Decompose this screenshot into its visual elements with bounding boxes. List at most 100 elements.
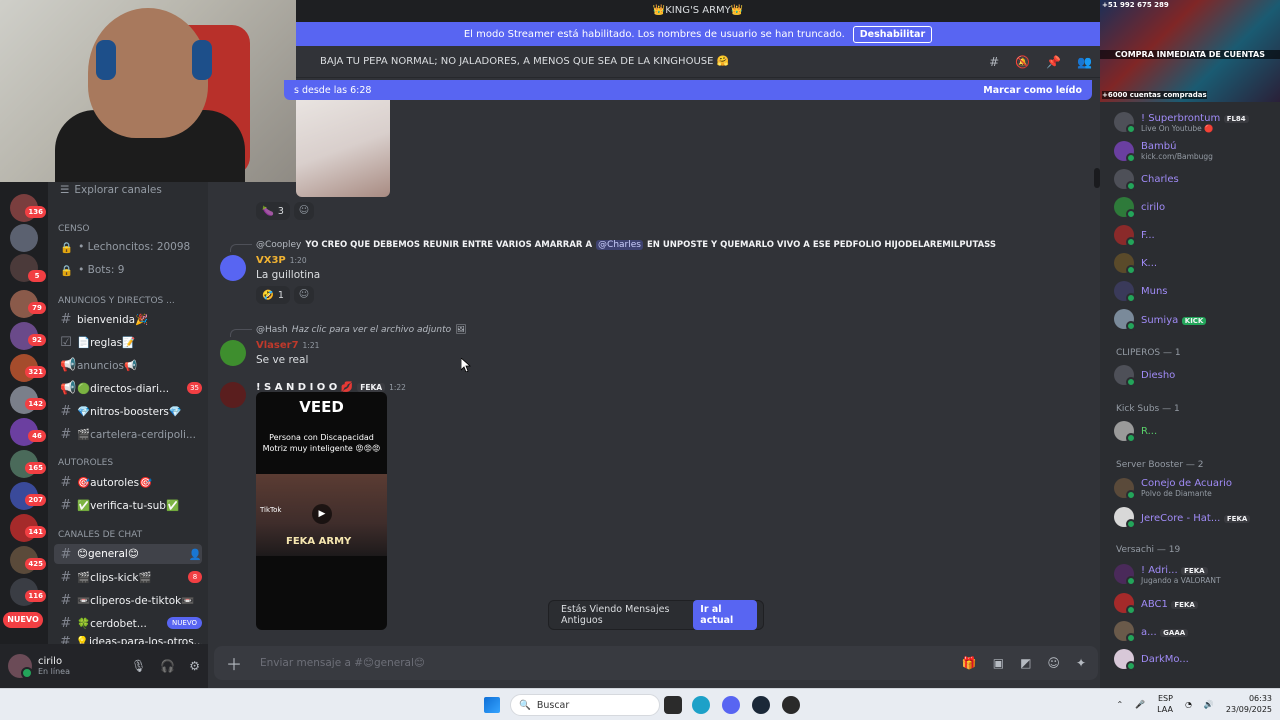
windows-start-icon[interactable]	[484, 697, 500, 713]
language-indicator[interactable]: ESP LAA	[1157, 693, 1173, 715]
play-icon[interactable]: ▶	[312, 504, 332, 524]
steam-icon[interactable]	[752, 696, 770, 714]
pin-icon[interactable]: 📌	[1046, 55, 1061, 69]
sticker-icon[interactable]: ◩	[1020, 656, 1031, 670]
discord-app: 136 5 79 92 321 142 46 165 207 141 425 1…	[0, 0, 1280, 688]
member-item[interactable]: DarkMo...	[1114, 647, 1274, 671]
avatar[interactable]	[8, 654, 33, 679]
server-badge: 207	[25, 494, 46, 506]
channel-bienvenida[interactable]: # bienvenida🎉	[54, 309, 202, 329]
add-reaction-icon[interactable]: ☺	[294, 286, 314, 304]
member-item[interactable]: ! Adri... FEKA Jugando a VALORANT	[1114, 562, 1274, 586]
members-icon[interactable]: 👥	[1077, 55, 1092, 69]
member-item[interactable]: Charles	[1114, 167, 1274, 191]
avatar[interactable]	[220, 382, 246, 408]
category-announcements[interactable]: ANUNCIOS Y DIRECTOS ...	[58, 296, 175, 306]
category-census[interactable]: CENSO	[58, 224, 90, 234]
member-item[interactable]: R...	[1114, 419, 1274, 443]
category-chat[interactable]: CANALES DE CHAT	[58, 530, 142, 540]
message-composer[interactable]: ＋ Enviar mensaje a #😊general😊 🎁 ▣ ◩ ☺ ✦	[214, 646, 1098, 680]
add-reaction-icon[interactable]: ☺	[294, 202, 314, 220]
edge-icon[interactable]	[692, 696, 710, 714]
chevron-up-icon[interactable]: ⌃	[1116, 700, 1123, 709]
gif-icon[interactable]: ▣	[993, 656, 1004, 670]
avatar	[1114, 225, 1136, 247]
stat-bots: 🔒 • Bots: 9	[60, 264, 125, 277]
channel-autoroles[interactable]: # 🎯autoroles🎯	[54, 472, 202, 492]
channel-anuncios[interactable]: 📢 anuncios📢	[54, 355, 202, 375]
reaction[interactable]: 🍆 3	[256, 202, 290, 220]
jump-to-present-button[interactable]: Ir al actual	[693, 600, 757, 630]
add-member-icon[interactable]: 👤	[189, 548, 202, 561]
apps-icon[interactable]: ✦	[1076, 656, 1086, 670]
message-author[interactable]: VX3P 1:20	[256, 255, 307, 266]
reply-preview[interactable]: @Coopley YO CREO QUE DEBEMOS REUNIR ENTR…	[230, 238, 996, 252]
microphone-icon[interactable]: 🎙	[131, 659, 146, 673]
member-item[interactable]: cirilo	[1114, 195, 1274, 219]
plus-icon[interactable]: ＋	[226, 651, 242, 675]
avatar	[1114, 281, 1136, 303]
avatar[interactable]	[220, 255, 246, 281]
member-item[interactable]: Bambú kick.com/Bambugg	[1114, 139, 1274, 163]
headphones-icon[interactable]: 🎧	[160, 659, 175, 673]
server-icon[interactable]	[10, 224, 38, 252]
category-autoroles[interactable]: AUTOROLES	[58, 458, 113, 468]
avatar[interactable]	[220, 340, 246, 366]
explore-channels[interactable]: ☰ Explorar canales	[54, 180, 202, 200]
avatar	[1114, 649, 1136, 671]
member-item[interactable]: Diesho	[1114, 363, 1274, 387]
window-title: 👑KING'S ARMY👑	[296, 0, 1100, 22]
gear-icon[interactable]: ⚙	[189, 659, 200, 673]
file-explorer-icon[interactable]	[664, 696, 682, 714]
message-input[interactable]: Enviar mensaje a #😊general😊	[260, 657, 425, 669]
wifi-icon[interactable]: ◔	[1185, 700, 1192, 709]
role-header: Versachi — 19	[1116, 545, 1181, 555]
channel-general[interactable]: # 😊general😊 👤	[54, 544, 202, 564]
member-item[interactable]: Sumiya KICK	[1114, 307, 1274, 331]
reaction[interactable]: 🤣 1	[256, 286, 290, 304]
channel-directos[interactable]: 📢 🟢directos-diari... 35	[54, 378, 202, 398]
member-item[interactable]: ! Superbrontum FL84 Live On Youtube 🔴	[1114, 110, 1274, 134]
hash-icon: #	[60, 426, 72, 442]
video-attachment[interactable]: VEED Persona con Discapacidad Motriz muy…	[256, 392, 387, 630]
taskbar-search[interactable]: 🔍 Buscar	[510, 694, 660, 716]
microphone-icon[interactable]: 🎤	[1135, 700, 1145, 709]
avatar	[1114, 141, 1136, 163]
member-item[interactable]: F...	[1114, 223, 1274, 247]
message-author[interactable]: Vlaser7 1:21	[256, 340, 319, 351]
new-server-badge[interactable]: NUEVO	[3, 612, 43, 628]
channel-reglas[interactable]: ☑ 📄reglas📝	[54, 332, 202, 352]
gift-icon[interactable]: 🎁	[962, 656, 977, 670]
channel-cartelera[interactable]: # 🎬cartelera-cerdipoli...	[54, 424, 202, 444]
lock-icon: 🔒	[60, 241, 74, 254]
channel-cliperos[interactable]: # 📼cliperos-de-tiktok📼	[54, 590, 202, 610]
disable-streamer-button[interactable]: Deshabilitar	[852, 25, 933, 43]
bell-muted-icon[interactable]: 🔕	[1015, 55, 1030, 69]
mark-read-button[interactable]: Marcar como leído	[983, 85, 1082, 96]
member-item[interactable]: JereCore - Hat... FEKA	[1114, 505, 1274, 529]
ad-banner[interactable]: +51 992 675 289 COMPRA INMEDIATA DE CUEN…	[1100, 0, 1280, 102]
user-panel: cirilo En línea 🎙 🎧 ⚙	[0, 644, 208, 688]
member-item[interactable]: a... GAAA	[1114, 619, 1274, 643]
channel-verifica[interactable]: # ✅verifica-tu-sub✅	[54, 495, 202, 515]
threads-icon[interactable]: #	[989, 55, 999, 69]
volume-icon[interactable]: 🔊	[1204, 700, 1214, 709]
channel-cerdobet[interactable]: # 🍀cerdobet... NUEVO	[54, 613, 202, 633]
emoji-icon[interactable]: ☺	[1047, 656, 1060, 670]
server-badge: 136	[25, 206, 46, 218]
discord-icon[interactable]	[722, 696, 740, 714]
clock[interactable]: 06:33 23/09/2025	[1226, 693, 1272, 715]
member-item[interactable]: K...	[1114, 251, 1274, 275]
app-icon[interactable]	[782, 696, 800, 714]
server-badge: 165	[25, 462, 46, 474]
server-badge: 142	[25, 398, 46, 410]
reply-preview[interactable]: @Hash Haz clic para ver el archivo adjun…	[230, 323, 467, 337]
channel-clips-kick[interactable]: # 🎬clips-kick🎬 8	[54, 567, 202, 587]
channel-nitros[interactable]: # 💎nitros-boosters💎	[54, 401, 202, 421]
channel-topic[interactable]: BAJA TU PEPA NORMAL; NO JALADORES, A MEN…	[320, 56, 729, 67]
attachment-image[interactable]	[296, 100, 390, 197]
member-item[interactable]: ABC1 FEKA	[1114, 591, 1274, 615]
new-messages-bar[interactable]: s desde las 6:28 Marcar como leído	[284, 80, 1092, 100]
member-item[interactable]: Muns	[1114, 279, 1274, 303]
member-item[interactable]: Conejo de Acuario Polvo de Diamante	[1114, 476, 1274, 500]
